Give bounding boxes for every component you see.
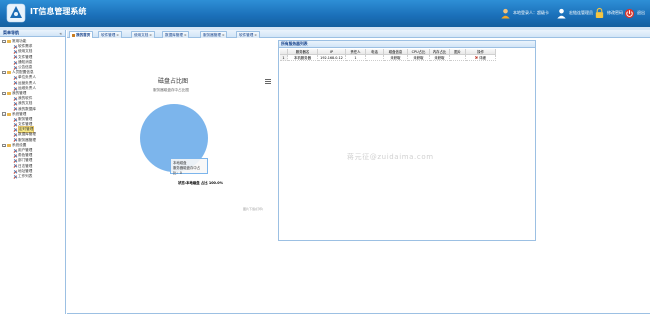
- server-table: 服务器名 IP 责任人 电话 磁盘信息 CPU占比 内存占比 图片 操作 1 本机服务器 192.16…: [280, 49, 535, 61]
- tools-icon: [13, 154, 17, 158]
- tools-icon: [13, 128, 17, 132]
- tab-label: 使用文档: [134, 32, 149, 37]
- sidebar-header: 菜单导航 «: [0, 30, 65, 37]
- admin-user[interactable]: 宏链连管理员: [556, 4, 593, 22]
- folder-icon: [6, 71, 11, 75]
- collapse-toggle-icon[interactable]: −: [2, 70, 6, 75]
- tab-close-icon[interactable]: ⊗: [149, 33, 152, 37]
- tab[interactable]: 服务器管理 ⊗: [200, 31, 228, 38]
- home-icon: [72, 33, 75, 37]
- sidebar-item[interactable]: 工作列表: [2, 174, 65, 179]
- tools-icon: [13, 118, 17, 122]
- change-password-link[interactable]: 修改密码: [594, 4, 623, 22]
- tools-icon: [13, 97, 17, 101]
- chart-subtitle: 服务器磁盘存中占比图: [153, 88, 189, 92]
- collapse-toggle-icon[interactable]: −: [2, 91, 6, 96]
- tab-close-icon[interactable]: ⊗: [184, 33, 187, 37]
- tools-icon: [13, 133, 17, 137]
- app-title: IT信息管理系统: [30, 7, 87, 16]
- table-cell: 192.168.0.12: [318, 55, 346, 61]
- tools-icon: [13, 149, 17, 153]
- tools-icon: [13, 55, 17, 59]
- detail-link[interactable]: 详细: [466, 55, 496, 61]
- table-cell: 1: [346, 55, 366, 61]
- tools-icon: [13, 138, 17, 142]
- tab[interactable]: 我的首页: [69, 31, 94, 38]
- tools-icon: [13, 66, 17, 70]
- main-bottom-border: [67, 313, 650, 314]
- user-icon: [501, 8, 510, 19]
- tools-icon: [13, 175, 17, 179]
- tools-icon: [13, 170, 17, 174]
- chart-tooltip: 本地磁盘 服务器磁盘存中占比：0: [170, 158, 208, 175]
- folder-icon: [6, 40, 11, 44]
- tab[interactable]: 软件管理 ⊗: [236, 31, 260, 38]
- current-user: 本地登录人：超级卡: [500, 4, 549, 22]
- detail-icon: [475, 56, 478, 59]
- tab[interactable]: 数据库管理 ⊗: [162, 31, 190, 38]
- logout-label: 退出: [637, 10, 645, 15]
- tab-label: 我的首页: [76, 32, 91, 37]
- folder-icon: [6, 143, 11, 147]
- tools-icon: [13, 107, 17, 111]
- sidebar-item-label: 工作列表: [18, 173, 33, 178]
- app-header: IT信息管理系统 本地登录人：超级卡 宏链连管理员 修改密码 退出: [0, 0, 650, 27]
- tools-icon: [13, 76, 17, 80]
- table-cell: 本机服务器: [288, 55, 318, 61]
- table-cell: 未获取: [384, 55, 408, 61]
- tools-icon: [13, 87, 17, 91]
- server-list-panel: 所有服务器列表 服务器名 IP 责任人 电话 磁盘信息 CPU占比 内存占比 图片 操作 1 本机服…: [278, 40, 536, 241]
- tools-icon: [13, 45, 17, 49]
- tab-bar: 我的首页 软件管理 ⊗ 使用文档 ⊗ 数据库管理 ⊗ 服务器管理 ⊗ 软件管理 ⊗: [67, 30, 650, 38]
- tools-icon: [13, 159, 17, 163]
- pie-data-label: 状态:本地磁盘 占比 100.0%: [178, 181, 223, 185]
- change-password-label: 修改密码: [607, 10, 623, 15]
- tab-label: 软件管理: [101, 32, 116, 37]
- tab-label: 服务器管理: [203, 32, 221, 37]
- table-cell: 1: [280, 55, 288, 61]
- tab[interactable]: 软件管理 ⊗: [98, 31, 122, 38]
- tooltip-value: 服务器磁盘存中占比：0: [173, 165, 201, 175]
- power-icon: [624, 8, 635, 19]
- chart-credit[interactable]: 图片下载(打印): [243, 207, 263, 211]
- logo-icon: [6, 3, 26, 23]
- folder-icon: [6, 91, 11, 95]
- watermark: 蒋元征@zuidaima.com: [347, 153, 434, 161]
- table-cell: 未获取: [430, 55, 450, 61]
- admin-label: 宏链连管理员: [569, 10, 593, 15]
- table-cell: 未获取: [408, 55, 430, 61]
- tab-close-icon[interactable]: ⊗: [116, 33, 119, 37]
- tab-label: 数据库管理: [165, 32, 183, 37]
- tools-icon: [13, 50, 17, 54]
- tools-icon: [13, 102, 17, 106]
- sidebar-collapse-button[interactable]: «: [59, 31, 62, 36]
- detail-label: 详细: [479, 56, 486, 60]
- tab-close-icon[interactable]: ⊗: [222, 33, 225, 37]
- chart-menu-icon[interactable]: [265, 79, 271, 84]
- tools-icon: [13, 81, 17, 85]
- tools-icon: [13, 61, 17, 65]
- tab-close-icon[interactable]: ⊗: [254, 33, 257, 37]
- folder-icon: [6, 112, 11, 116]
- chart-title: 磁盘占比图: [158, 78, 189, 85]
- table-cell: [450, 55, 466, 61]
- collapse-toggle-icon[interactable]: −: [2, 112, 6, 116]
- sidebar-tree: − 常用功能 软件需求 使用文档 文件管理 通知消息 公告信息 − 人员配置信息 单位负责人 运营负…: [0, 37, 65, 179]
- lock-icon: [595, 7, 604, 19]
- logout-button[interactable]: 退出: [624, 4, 645, 22]
- current-user-label: 本地登录人：超级卡: [513, 10, 549, 15]
- tools-icon: [13, 123, 17, 127]
- sidebar: 菜单导航 « − 常用功能 软件需求 使用文档 文件管理 通知消息 公告信息 − 人员配置信息单…: [0, 30, 66, 314]
- tab-label: 软件管理: [239, 32, 254, 37]
- table-cell: [366, 55, 384, 61]
- collapse-toggle-icon[interactable]: −: [2, 143, 6, 148]
- sidebar-title: 菜单导航: [3, 30, 19, 35]
- panel-title: 所有服务器列表: [279, 41, 535, 48]
- collapse-toggle-icon[interactable]: −: [2, 39, 6, 44]
- tab[interactable]: 使用文档 ⊗: [131, 31, 155, 38]
- tools-icon: [13, 164, 17, 168]
- admin-icon: [557, 8, 566, 19]
